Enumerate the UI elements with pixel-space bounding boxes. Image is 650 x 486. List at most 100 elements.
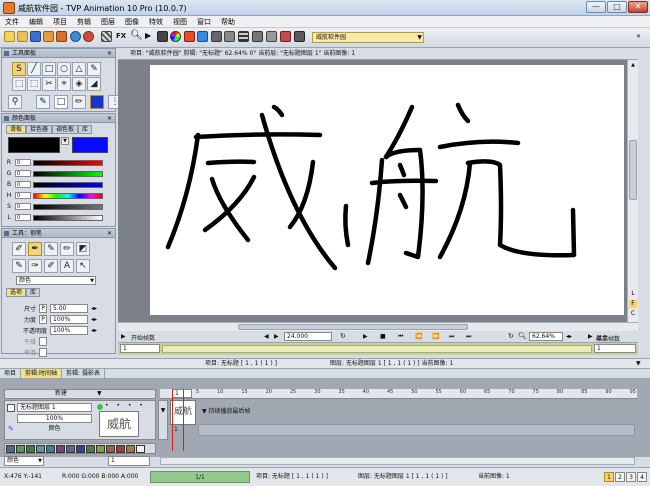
menu-clip[interactable]: 剪辑 xyxy=(72,16,96,28)
menu-image[interactable]: 图像 xyxy=(120,16,144,28)
polygon-tool[interactable]: △ xyxy=(72,62,86,76)
mode-square-icon[interactable]: □ xyxy=(54,95,68,109)
page-button-4[interactable]: 4 xyxy=(637,472,647,482)
vertical-scroll-thumb[interactable] xyxy=(629,140,637,200)
slider-track[interactable] xyxy=(33,203,103,210)
slider-value[interactable]: 0 xyxy=(15,170,31,177)
slider-value[interactable]: 0 xyxy=(15,203,31,210)
panel-close-icon[interactable]: ✕ xyxy=(107,114,112,123)
slider-s[interactable]: S0 xyxy=(5,201,115,212)
color-swatch[interactable] xyxy=(36,445,45,453)
slider-value[interactable]: 0 xyxy=(15,159,31,166)
pin-icon[interactable] xyxy=(4,231,9,236)
pen-icon[interactable]: ✎ xyxy=(36,95,50,109)
menu-layer[interactable]: 图层 xyxy=(96,16,120,28)
hold-bar[interactable] xyxy=(198,424,635,436)
tab-timeline[interactable]: 剪辑:时间轴 xyxy=(21,369,63,378)
current-frame-box[interactable]: 1 xyxy=(172,389,192,398)
tab-picker[interactable]: 拾色器 xyxy=(26,125,53,134)
settings-icon[interactable] xyxy=(294,31,305,42)
stamp-icon[interactable] xyxy=(211,31,222,42)
layer-name-field[interactable]: 无标题图层 1 xyxy=(17,403,92,412)
line-tool[interactable]: ╱ xyxy=(27,62,41,76)
color-swatch[interactable] xyxy=(6,445,15,453)
last-frame-button[interactable]: ⏭ xyxy=(449,333,454,341)
slider-value[interactable]: 0 xyxy=(15,192,31,199)
display-arrow-icon[interactable]: ▶ xyxy=(588,333,593,340)
layer-light-icon[interactable] xyxy=(97,404,103,410)
zoom-icon[interactable]: 🔍︎ xyxy=(130,30,143,41)
smudge-icon[interactable]: ✐ xyxy=(44,259,58,273)
expand-arrow-icon[interactable]: ▼ xyxy=(158,400,168,440)
color-swatch[interactable] xyxy=(26,445,35,453)
playhead-line[interactable] xyxy=(172,389,173,451)
layer-opacity-field[interactable]: 100% xyxy=(17,414,92,423)
xsheet-icon[interactable] xyxy=(238,31,249,42)
opacity-input[interactable]: 100% xyxy=(50,326,88,335)
select-rect-tool[interactable]: ⬚ xyxy=(12,77,26,91)
layer-thumbnail[interactable]: 威航 xyxy=(99,411,139,437)
step-button[interactable]: ⏭ xyxy=(466,333,471,341)
page-button-2[interactable]: 2 xyxy=(615,472,625,482)
slider-l[interactable]: L0 xyxy=(5,212,115,223)
play-icon[interactable]: ▶ xyxy=(145,31,151,40)
undo-icon[interactable] xyxy=(70,31,81,42)
frame-field[interactable]: 1 xyxy=(108,456,150,466)
import-icon[interactable] xyxy=(56,31,67,42)
flag-l[interactable]: L xyxy=(629,290,637,298)
loop-icon[interactable]: ↻ xyxy=(340,332,346,340)
secondary-color-swatch[interactable] xyxy=(72,137,108,153)
export-icon[interactable] xyxy=(43,31,54,42)
pencil-icon[interactable]: ✏ xyxy=(72,95,86,109)
start-arrow-icon[interactable]: ▶ xyxy=(121,333,126,340)
minimize-button[interactable]: — xyxy=(586,1,606,13)
rewind-button[interactable]: ⏪ xyxy=(415,333,422,340)
tab-project[interactable]: 项目 xyxy=(0,369,22,378)
slider-track[interactable] xyxy=(33,159,103,166)
timeline-ruler[interactable]: 1 5 10 15 20 25 30 35 40 45 50 55 60 65 70 75 80 85 90 95 xyxy=(160,389,637,399)
menu-view[interactable]: 视图 xyxy=(168,16,192,28)
redo-icon[interactable] xyxy=(83,31,94,42)
color-swatch[interactable] xyxy=(126,445,135,453)
chevron-down-icon[interactable]: ▼ xyxy=(97,390,102,398)
menu-window[interactable]: 窗口 xyxy=(192,16,216,28)
paint-icon[interactable]: ✎ xyxy=(12,259,26,273)
slider-r[interactable]: R0 xyxy=(5,157,115,168)
layer-visibility-checkbox[interactable] xyxy=(7,404,15,412)
eraser-icon[interactable]: ◩ xyxy=(76,242,90,256)
start-frame-input[interactable]: 1 xyxy=(120,344,160,353)
horizontal-scroll-thumb[interactable] xyxy=(238,324,468,330)
vertical-scrollbar[interactable]: ▲ L F C xyxy=(627,60,638,322)
timeline-icon[interactable] xyxy=(224,31,235,42)
menu-fx[interactable]: 特效 xyxy=(144,16,168,28)
playhead-line[interactable] xyxy=(183,389,184,451)
text-icon[interactable]: A xyxy=(60,259,74,273)
color-swatch[interactable] xyxy=(46,445,55,453)
layers-icon[interactable] xyxy=(157,31,168,42)
warp-tool[interactable]: ◢ xyxy=(87,77,101,91)
fx-label[interactable]: FX xyxy=(116,32,126,40)
zoom-icon[interactable]: 🔍︎ xyxy=(518,332,527,340)
select-cursor-icon[interactable]: ↖ xyxy=(76,259,90,273)
slider-h[interactable]: H0 xyxy=(5,190,115,201)
zoom-input[interactable]: 62.64% xyxy=(529,332,563,341)
prev-frame-icon[interactable]: ◀ xyxy=(264,333,269,340)
freehand-tool[interactable]: S xyxy=(12,62,26,76)
color-swatch[interactable] xyxy=(96,445,105,453)
menu-edit[interactable]: 编辑 xyxy=(24,16,48,28)
save-icon[interactable] xyxy=(30,31,41,42)
layer-flag-icons[interactable]: • • • • xyxy=(105,402,146,409)
project-combo[interactable]: 威航软件园 ▼ xyxy=(312,32,424,43)
rotate-icon[interactable]: ↻ xyxy=(508,332,514,340)
fast-forward-button[interactable]: ⏩ xyxy=(432,333,439,340)
zoom-stepper-icon[interactable]: ◂▸ xyxy=(566,333,572,340)
airbrush-icon[interactable]: ✐ xyxy=(12,242,26,256)
swatch-mode-select[interactable]: 颜色 ▼ xyxy=(4,456,44,466)
aa-checkbox[interactable] xyxy=(39,348,47,357)
color-swatch[interactable] xyxy=(16,445,25,453)
tab-sliders[interactable]: 滑板 xyxy=(6,125,27,134)
color-swatch[interactable] xyxy=(56,445,65,453)
timeline-scrollbar[interactable] xyxy=(160,457,635,465)
open-icon[interactable] xyxy=(17,31,28,42)
oil-icon[interactable]: ✑ xyxy=(28,259,42,273)
